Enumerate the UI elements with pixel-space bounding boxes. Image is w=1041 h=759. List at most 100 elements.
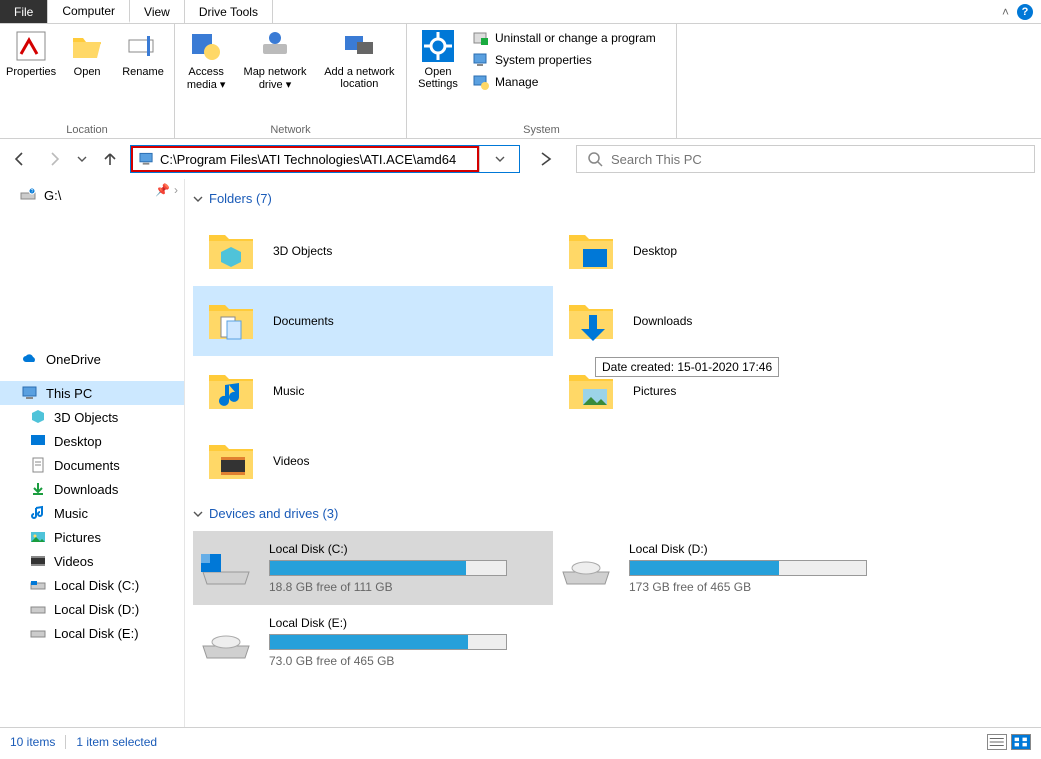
map-network-drive-button[interactable]: Map network drive ▾: [235, 26, 314, 95]
access-media-label: Access media ▾: [181, 66, 231, 91]
drive-e[interactable]: Local Disk (E:) 73.0 GB free of 465 GB: [193, 605, 553, 679]
sidebar-item-diskc[interactable]: Local Disk (C:): [0, 573, 184, 597]
open-settings-button[interactable]: Open Settings: [411, 26, 465, 94]
chevron-down-icon: [193, 194, 203, 204]
pin-icon[interactable]: 📌: [155, 183, 170, 197]
drive-name: Local Disk (D:): [629, 542, 903, 556]
drive-name: Local Disk (C:): [269, 542, 543, 556]
address-input[interactable]: [160, 152, 471, 167]
sidebar-item-label: Desktop: [54, 434, 102, 449]
drive-usage-bar: [269, 560, 507, 576]
drive-free-text: 73.0 GB free of 465 GB: [269, 654, 543, 668]
large-icons-view-button[interactable]: [1011, 734, 1031, 750]
add-location-label: Add a network location: [319, 66, 400, 90]
status-bar: 10 items 1 item selected: [0, 727, 1041, 755]
sidebar-item-label: Music: [54, 506, 88, 521]
status-selected-count: 1 item selected: [76, 735, 157, 749]
navigation-pane: 📌 › ? G:\ OneDrive This PC 3D Objects De…: [0, 179, 185, 727]
sidebar-item-documents[interactable]: Documents: [0, 453, 184, 477]
search-icon: [587, 151, 603, 167]
sidebar-item-downloads[interactable]: Downloads: [0, 477, 184, 501]
status-item-count: 10 items: [10, 735, 55, 749]
ribbon: Properties Open Rename Location Access m…: [0, 24, 1041, 139]
ribbon-group-system: System: [407, 122, 676, 138]
tab-drive-tools[interactable]: Drive Tools: [185, 0, 273, 23]
main-area: 📌 › ? G:\ OneDrive This PC 3D Objects De…: [0, 179, 1041, 727]
sidebar-item-desktop[interactable]: Desktop: [0, 429, 184, 453]
folder-label: Documents: [273, 314, 334, 328]
sidebar-item-onedrive[interactable]: OneDrive: [0, 347, 184, 371]
rename-button[interactable]: Rename: [116, 26, 170, 82]
address-history-button[interactable]: [479, 146, 519, 172]
sidebar-item-label: Downloads: [54, 482, 118, 497]
recent-locations-button[interactable]: [74, 145, 90, 173]
group-header-label: Folders (7): [209, 191, 272, 206]
content-pane: Folders (7) 3D Objects Desktop Documents…: [185, 179, 1041, 727]
folder-desktop[interactable]: Desktop: [553, 216, 913, 286]
tab-computer[interactable]: Computer: [48, 0, 130, 23]
sidebar-item-thispc[interactable]: This PC: [0, 381, 184, 405]
uninstall-label: Uninstall or change a program: [495, 31, 656, 45]
sidebar-item-label: Local Disk (E:): [54, 626, 139, 641]
folder-documents[interactable]: Documents: [193, 286, 553, 356]
add-network-location-button[interactable]: Add a network location: [317, 26, 402, 94]
thispc-icon: [139, 151, 154, 167]
ribbon-group-location: Location: [0, 122, 174, 138]
folder-downloads[interactable]: Downloads: [553, 286, 913, 356]
search-input[interactable]: [611, 152, 1024, 167]
folder-label: Pictures: [633, 384, 676, 398]
drive-d[interactable]: Local Disk (D:) 173 GB free of 465 GB: [553, 531, 913, 605]
drive-name: Local Disk (E:): [269, 616, 543, 630]
search-box[interactable]: [576, 145, 1035, 173]
sidebar-item-pictures[interactable]: Pictures: [0, 525, 184, 549]
system-properties-button[interactable]: System properties: [473, 52, 656, 68]
open-label: Open: [74, 66, 101, 78]
navigation-bar: [0, 139, 1041, 179]
access-media-button[interactable]: Access media ▾: [179, 26, 233, 95]
sidebar-item-videos[interactable]: Videos: [0, 549, 184, 573]
sidebar-item-label: 3D Objects: [54, 410, 118, 425]
forward-button[interactable]: [40, 145, 68, 173]
sidebar-item-diske[interactable]: Local Disk (E:): [0, 621, 184, 645]
uninstall-button[interactable]: Uninstall or change a program: [473, 30, 656, 46]
manage-label: Manage: [495, 75, 538, 89]
address-bar: [130, 145, 520, 173]
group-header-label: Devices and drives (3): [209, 506, 338, 521]
manage-button[interactable]: Manage: [473, 74, 656, 90]
folder-3dobjects[interactable]: 3D Objects: [193, 216, 553, 286]
sidebar-item-label: Pictures: [54, 530, 101, 545]
rename-label: Rename: [122, 66, 164, 78]
folder-label: Videos: [273, 454, 309, 468]
chevron-down-icon: [193, 509, 203, 519]
tab-file[interactable]: File: [0, 0, 48, 23]
sidebar-item-music[interactable]: Music: [0, 501, 184, 525]
collapse-ribbon-icon[interactable]: ˄: [1002, 5, 1009, 19]
open-button[interactable]: Open: [60, 26, 114, 82]
svg-text:?: ?: [31, 189, 34, 195]
sys-props-label: System properties: [495, 53, 592, 67]
tooltip: Date created: 15-01-2020 17:46: [595, 357, 779, 377]
folder-music[interactable]: Music: [193, 356, 553, 426]
sidebar-item-label: Documents: [54, 458, 120, 473]
go-button[interactable]: [532, 145, 560, 173]
up-button[interactable]: [96, 145, 124, 173]
sidebar-item-3dobjects[interactable]: 3D Objects: [0, 405, 184, 429]
sidebar-item-diskd[interactable]: Local Disk (D:): [0, 597, 184, 621]
folder-label: Downloads: [633, 314, 692, 328]
drive-c[interactable]: Local Disk (C:) 18.8 GB free of 111 GB: [193, 531, 553, 605]
group-header-drives[interactable]: Devices and drives (3): [193, 502, 1041, 531]
ribbon-group-network: Network: [175, 122, 406, 138]
group-header-folders[interactable]: Folders (7): [193, 187, 1041, 216]
sidebar-item-label: Local Disk (D:): [54, 602, 139, 617]
help-icon[interactable]: ?: [1017, 4, 1033, 20]
properties-button[interactable]: Properties: [4, 26, 58, 82]
chevron-right-icon[interactable]: ›: [174, 183, 178, 197]
tab-view[interactable]: View: [130, 0, 185, 23]
details-view-button[interactable]: [987, 734, 1007, 750]
menu-tabs: File Computer View Drive Tools ˄ ?: [0, 0, 1041, 24]
folder-label: Music: [273, 384, 304, 398]
sidebar-item-label: G:\: [44, 188, 61, 203]
folder-label: 3D Objects: [273, 244, 332, 258]
folder-videos[interactable]: Videos: [193, 426, 553, 496]
back-button[interactable]: [6, 145, 34, 173]
